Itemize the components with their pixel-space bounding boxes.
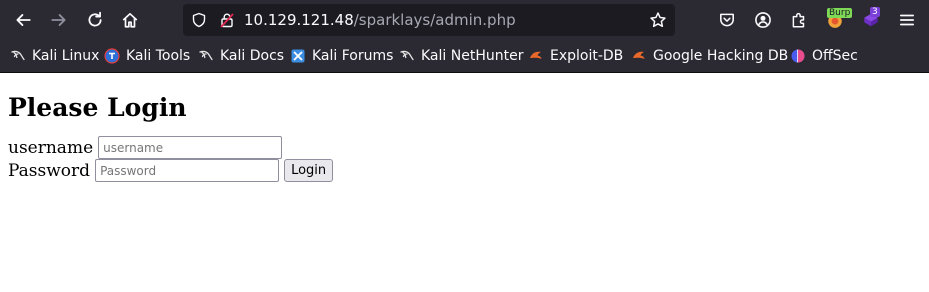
bookmark-label: Google Hacking DB (653, 48, 789, 64)
bookmark-kali-linux[interactable]: Kali Linux (10, 46, 99, 66)
account-icon (755, 12, 771, 28)
home-icon (122, 12, 138, 28)
extensions-button[interactable] (784, 5, 814, 35)
account-button[interactable] (748, 5, 778, 35)
kali-dragon-icon (199, 50, 213, 61)
bookmark-kali-docs[interactable]: Kali Docs (198, 46, 284, 66)
offsec-icon (791, 49, 805, 63)
pocket-icon (720, 13, 734, 27)
pocket-button[interactable] (712, 5, 742, 35)
password-input[interactable] (95, 159, 280, 182)
login-form: username Password Login (8, 136, 921, 182)
puzzle-icon (792, 12, 805, 28)
username-input[interactable] (98, 136, 283, 159)
bookmark-label: OffSec (812, 48, 858, 64)
browser-chrome: 10.129.121.48/sparklays/admin.php Burp 3… (0, 0, 929, 73)
kali-dragon-icon (400, 50, 414, 61)
reload-icon (88, 11, 102, 27)
reload-button[interactable] (80, 5, 110, 35)
bookmark-label: Exploit-DB (550, 48, 624, 64)
navigation-toolbar: 10.129.121.48/sparklays/admin.php Burp 3 (0, 0, 929, 40)
app-menu-button[interactable] (892, 5, 922, 35)
tracking-shield-icon[interactable] (191, 12, 207, 28)
bookmark-label: Kali Tools (126, 48, 191, 64)
bookmark-star-icon[interactable] (649, 11, 667, 29)
home-button[interactable] (115, 5, 145, 35)
back-button[interactable] (8, 5, 38, 35)
bookmark-kali-nethunter[interactable]: Kali NetHunter (399, 46, 523, 66)
bookmark-label: Kali Linux (32, 48, 100, 64)
bookmark-google-hacking-db[interactable]: Google Hacking DB (631, 46, 788, 66)
password-label: Password (8, 160, 91, 181)
bookmark-label: Kali NetHunter (421, 48, 524, 64)
url-host: 10.129.121.48 (244, 11, 354, 29)
exploit-db-icon (633, 51, 645, 59)
bookmark-offsec[interactable]: OffSec (790, 46, 858, 66)
bookmark-kali-forums[interactable]: Kali Forums (290, 46, 393, 66)
bookmark-label: Kali Docs (220, 48, 285, 64)
forward-button[interactable] (44, 5, 74, 35)
hamburger-menu-icon (899, 14, 915, 26)
forward-arrow-icon (51, 14, 66, 26)
url-text[interactable]: 10.129.121.48/sparklays/admin.php (244, 11, 516, 29)
kali-dragon-icon (11, 50, 25, 61)
exploit-db-icon (530, 51, 542, 59)
url-path: /sparklays/admin.php (353, 11, 516, 29)
insecure-lock-icon[interactable] (219, 12, 235, 28)
login-button[interactable]: Login (284, 159, 334, 182)
bookmark-kali-tools[interactable]: Kali Tools (104, 46, 190, 66)
kali-forums-icon (291, 49, 305, 63)
bookmarks-toolbar: Kali Linux Kali Tools Kali Docs Kali For… (0, 40, 929, 73)
page-content: Please Login username Password Login (0, 92, 929, 182)
burp-badge: Burp (827, 8, 853, 18)
burp-extension-button[interactable]: Burp (820, 5, 853, 35)
address-bar[interactable]: 10.129.121.48/sparklays/admin.php (183, 4, 675, 36)
username-label: username (8, 137, 94, 158)
page-heading: Please Login (8, 93, 187, 122)
kali-tools-icon (104, 48, 120, 64)
extension-counter-button[interactable]: 3 (856, 5, 886, 35)
bookmark-exploit-db[interactable]: Exploit-DB (528, 46, 623, 66)
password-row: Password Login (8, 159, 921, 182)
bookmark-label: Kali Forums (312, 48, 394, 64)
username-row: username (8, 136, 921, 159)
back-arrow-icon (16, 14, 31, 26)
extension-count-badge: 3 (870, 7, 880, 17)
